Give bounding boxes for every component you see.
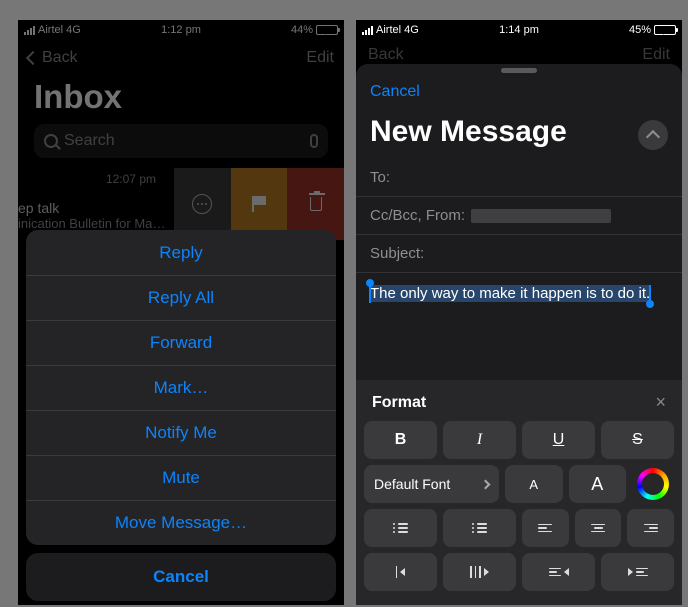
font-picker-button[interactable]: Default Font: [364, 465, 499, 503]
subject-field[interactable]: Subject:: [356, 235, 682, 273]
sheet-reply-all[interactable]: Reply All: [26, 275, 336, 320]
close-format-button[interactable]: ×: [655, 392, 666, 413]
ccbcc-field[interactable]: Cc/Bcc, From:: [356, 197, 682, 235]
nav-bar: Back Edit: [18, 40, 344, 76]
selection-handle-end[interactable]: [646, 300, 654, 308]
sheet-reply[interactable]: Reply: [26, 230, 336, 275]
signal-icon: [362, 26, 373, 35]
battery-pct: 45%: [629, 24, 651, 36]
from-redacted: [471, 209, 611, 223]
battery-icon: [316, 25, 338, 35]
align-right-button[interactable]: [627, 509, 674, 547]
carrier-label: Airtel 4G: [376, 24, 419, 36]
align-left-icon: [538, 524, 552, 533]
edit-button-blur: Edit: [642, 46, 670, 64]
search-icon: [44, 134, 58, 148]
message-body[interactable]: The only way to make it happen is to do …: [356, 273, 682, 353]
sheet-move[interactable]: Move Message…: [26, 500, 336, 545]
format-title: Format: [372, 394, 426, 412]
clock-label: 1:14 pm: [499, 24, 539, 36]
phone-left: Airtel 4G 1:12 pm 44% Back Edit Inbox Se…: [18, 20, 344, 605]
color-ring-icon: [637, 468, 669, 500]
outdent-icon: [396, 566, 406, 578]
battery-icon: [654, 25, 676, 35]
text-color-button[interactable]: [632, 465, 674, 503]
align-center-icon: [591, 524, 605, 533]
bold-button[interactable]: B: [364, 421, 437, 459]
strikethrough-button[interactable]: S: [601, 421, 674, 459]
mail-preview: inication Bulletin for Ma…: [18, 216, 166, 231]
sheet-cancel-button[interactable]: Cancel: [26, 553, 336, 601]
more-icon: [192, 194, 212, 214]
flag-icon: [252, 196, 266, 212]
sheet-mute[interactable]: Mute: [26, 455, 336, 500]
battery-pct: 44%: [291, 24, 313, 36]
cancel-button[interactable]: Cancel: [370, 83, 420, 101]
trash-icon: [310, 197, 322, 211]
search-input[interactable]: Search: [34, 124, 328, 158]
outdent-button[interactable]: [364, 553, 437, 591]
edit-button[interactable]: Edit: [306, 49, 334, 67]
selection-handle-start[interactable]: [366, 279, 374, 287]
mail-time: 12:07 pm: [18, 172, 166, 186]
indent-icon: [470, 566, 489, 578]
quote-decrease-button[interactable]: [522, 553, 595, 591]
page-title: Inbox: [18, 76, 344, 124]
chevron-right-icon: [481, 479, 491, 489]
font-size-down-button[interactable]: A: [505, 465, 563, 503]
compose-modal: Cancel New Message To: Cc/Bcc, From: Sub…: [356, 64, 682, 605]
bulleted-list-button[interactable]: [443, 509, 516, 547]
back-button[interactable]: Back: [42, 49, 78, 67]
sheet-forward[interactable]: Forward: [26, 320, 336, 365]
selected-text[interactable]: The only way to make it happen is to do …: [370, 285, 650, 302]
carrier-label: Airtel 4G: [38, 24, 81, 36]
numbered-list-icon: [393, 523, 409, 533]
quote-decrease-icon: [549, 568, 569, 577]
indent-button[interactable]: [443, 553, 516, 591]
underline-button[interactable]: U: [522, 421, 595, 459]
quote-increase-button[interactable]: [601, 553, 674, 591]
align-center-button[interactable]: [575, 509, 622, 547]
action-sheet: Reply Reply All Forward Mark… Notify Me …: [26, 230, 336, 601]
sheet-mark[interactable]: Mark…: [26, 365, 336, 410]
align-right-icon: [644, 524, 658, 533]
back-button-blur: Back: [368, 46, 404, 64]
mail-subject: ep talk: [18, 200, 166, 216]
sheet-notify[interactable]: Notify Me: [26, 410, 336, 455]
dictation-icon[interactable]: [310, 134, 318, 148]
font-size-up-button[interactable]: A: [569, 465, 627, 503]
modal-title: New Message: [356, 111, 581, 159]
status-bar: Airtel 4G 1:14 pm 45%: [356, 20, 682, 40]
clock-label: 1:12 pm: [161, 24, 201, 36]
format-panel: Format × B I U S Default Font A A: [356, 380, 682, 605]
signal-icon: [24, 26, 35, 35]
italic-button[interactable]: I: [443, 421, 516, 459]
numbered-list-button[interactable]: [364, 509, 437, 547]
send-button[interactable]: [638, 120, 668, 150]
phone-right: Airtel 4G 1:14 pm 45% Back Edit Cancel N…: [356, 20, 682, 605]
quote-increase-icon: [628, 568, 648, 577]
align-left-button[interactable]: [522, 509, 569, 547]
bulleted-list-icon: [472, 523, 488, 533]
arrow-up-icon: [646, 129, 660, 143]
status-bar: Airtel 4G 1:12 pm 44%: [18, 20, 344, 40]
to-field[interactable]: To:: [356, 159, 682, 197]
search-placeholder: Search: [64, 132, 115, 150]
back-chevron-icon[interactable]: [26, 51, 40, 65]
